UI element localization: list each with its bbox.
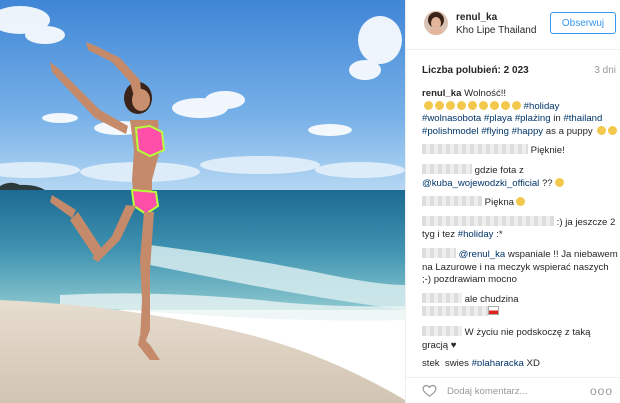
mention[interactable]: @renul_ka — [459, 249, 506, 260]
heart-icon[interactable] — [422, 383, 437, 398]
blurred-username[interactable] — [422, 163, 472, 174]
post-header: renul_ka Kho Lipe Thailand Obserwuj — [406, 0, 620, 50]
blurred-username[interactable] — [422, 325, 462, 336]
comment-list: renul_ka Wolność!! #holiday #wolnasobota… — [422, 88, 618, 372]
avatar[interactable] — [424, 11, 448, 35]
comment-text: Piękna — [484, 197, 515, 209]
hashtag[interactable]: #plaharacka — [472, 358, 524, 366]
add-comment-input[interactable]: Dodaj komentarz... — [447, 386, 528, 397]
caption-word: as a puppy — [545, 125, 593, 137]
blurred-username[interactable] — [422, 247, 456, 258]
post-footer: Dodaj komentarz... ooo — [406, 377, 620, 403]
comment-text: ?? — [541, 177, 553, 189]
comment: W życiu nie podskoczę z taką gracją ♥ — [422, 325, 591, 351]
comment-text: ale chudzina — [464, 293, 519, 305]
hashtag[interactable]: #thailand — [563, 113, 602, 124]
comment: stek_swies #plaharacka XD — [422, 358, 618, 366]
blurred-username[interactable] — [422, 292, 462, 303]
comment-text: gdzie fota z — [474, 164, 524, 176]
comment: :) ja jeszcze 2 tyg i tez #holiday :* — [422, 215, 618, 242]
blurred-username[interactable] — [422, 215, 554, 226]
beach-photo — [0, 0, 405, 403]
post-username[interactable]: renul_ka — [456, 12, 497, 23]
more-options-icon[interactable]: ooo — [590, 384, 613, 398]
caption: renul_ka Wolność!! #holiday #wolnasobota… — [422, 88, 618, 138]
post-photo[interactable] — [0, 0, 405, 403]
blurred-username[interactable] — [422, 144, 528, 155]
comment-text: Pięknie! — [530, 145, 565, 157]
comment-text[interactable]: stek_swies — [422, 358, 469, 366]
comment-text: XD — [526, 358, 540, 367]
follow-button[interactable]: Obserwuj — [550, 12, 616, 34]
hashtag[interactable]: #holiday — [458, 229, 494, 240]
comment: gdzie fota z @kuba_wojewodzki_official ?… — [422, 163, 618, 190]
hashtag[interactable]: #polishmodel — [422, 126, 479, 137]
post-sidebar: renul_ka Kho Lipe Thailand Obserwuj Licz… — [405, 0, 620, 403]
blurred-username[interactable] — [422, 196, 482, 207]
hashtag[interactable]: #happy — [512, 126, 543, 137]
blurred-username[interactable] — [422, 306, 488, 317]
likes-count[interactable]: Liczba polubień: 2 023 — [422, 65, 529, 76]
caption-text: Wolność!! — [464, 88, 507, 99]
comment: @renul_ka wspaniale !! Ja niebawem na La… — [422, 247, 618, 287]
flag-emoji — [488, 306, 499, 316]
hashtag[interactable]: #plażing — [515, 113, 551, 124]
caption-username[interactable]: renul_ka — [422, 88, 461, 99]
caption-word: in — [553, 113, 561, 125]
comment: Piękna — [422, 196, 618, 210]
emoji-string — [422, 100, 521, 112]
hashtag[interactable]: #holiday — [524, 101, 560, 112]
hashtag[interactable]: #playa — [484, 113, 512, 124]
post-location[interactable]: Kho Lipe Thailand — [456, 25, 536, 36]
mention[interactable]: @kuba_wojewodzki_official — [422, 178, 539, 189]
hashtag[interactable]: #flying — [481, 126, 509, 137]
post-time[interactable]: 3 dni — [594, 65, 616, 76]
comment: Pięknie! — [422, 144, 618, 158]
instagram-post: renul_ka Kho Lipe Thailand Obserwuj Licz… — [0, 0, 620, 403]
comment: ale chudzina — [422, 292, 618, 320]
hashtag[interactable]: #wolnasobota — [422, 113, 481, 124]
comment-text: :* — [496, 229, 503, 241]
